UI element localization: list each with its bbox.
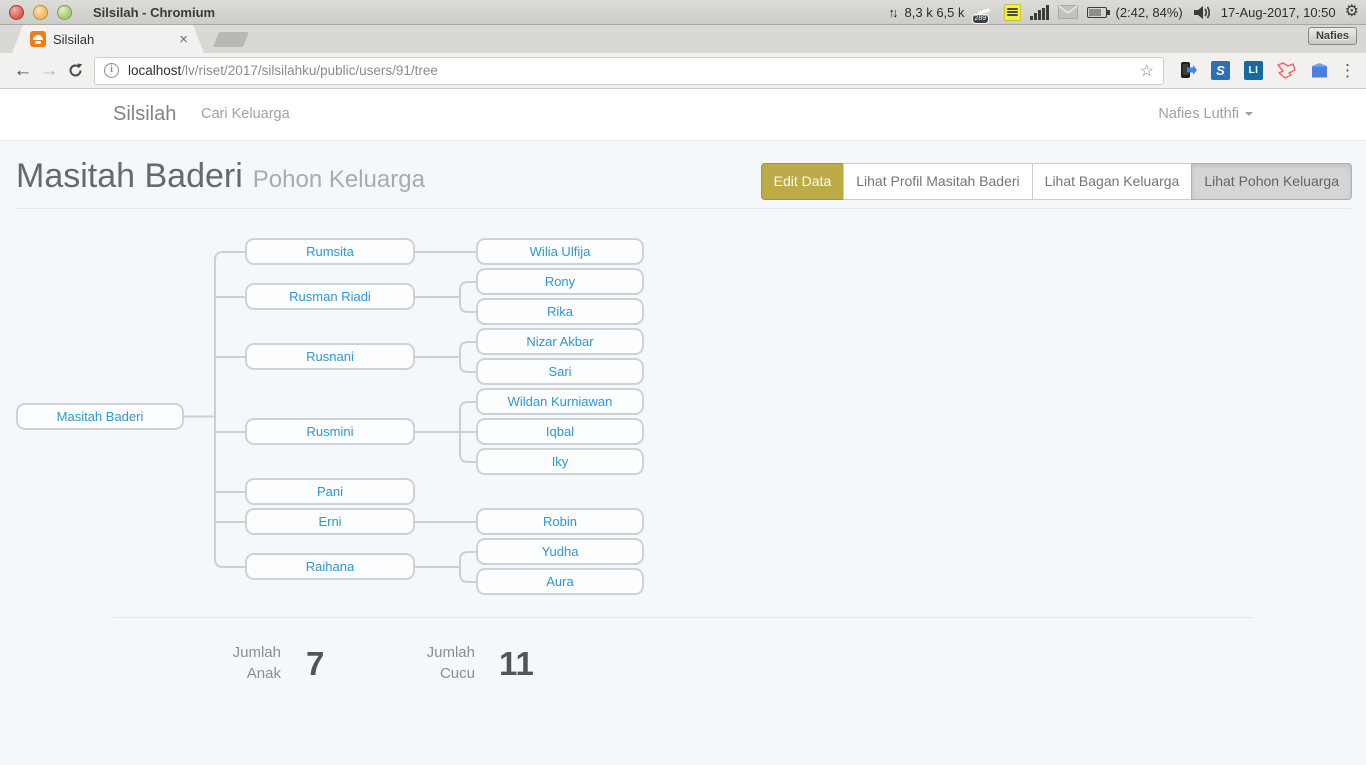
tree-node[interactable]: Raihana bbox=[245, 553, 415, 580]
window-minimize-button[interactable] bbox=[33, 5, 48, 20]
tree-node[interactable]: Rusman Riadi bbox=[245, 283, 415, 310]
url-text: localhost/lv/riset/2017/silsilahku/publi… bbox=[128, 63, 1140, 78]
tree-node[interactable]: Erni bbox=[245, 508, 415, 535]
tree-node[interactable]: Nizar Akbar bbox=[476, 328, 644, 355]
tree-node[interactable]: Iqbal bbox=[476, 418, 644, 445]
user-dropdown[interactable]: Nafies Luthfi bbox=[1158, 89, 1253, 140]
lihat-profil-button[interactable]: Lihat Profil Masitah Baderi bbox=[843, 163, 1032, 200]
clock-label: 17-Aug-2017, 10:50 bbox=[1221, 5, 1336, 20]
lihat-bagan-button[interactable]: Lihat Bagan Keluarga bbox=[1032, 163, 1193, 200]
speedometer-badge: 289 bbox=[972, 14, 990, 24]
window-close-button[interactable] bbox=[9, 5, 24, 20]
lihat-pohon-button[interactable]: Lihat Pohon Keluarga bbox=[1191, 163, 1352, 200]
window-maximize-button[interactable] bbox=[57, 5, 72, 20]
tree-node[interactable]: Masitah Baderi bbox=[16, 403, 184, 430]
xampp-favicon-icon bbox=[30, 31, 46, 47]
network-speed-label: 8,3 k 6,5 k bbox=[905, 5, 965, 20]
li-extension-icon[interactable]: LI bbox=[1244, 61, 1263, 80]
tree-node[interactable]: Rumsita bbox=[245, 238, 415, 265]
list-indicator-icon[interactable] bbox=[1004, 4, 1021, 21]
new-tab-button[interactable] bbox=[213, 32, 249, 47]
tree-node[interactable]: Yudha bbox=[476, 538, 644, 565]
bookmark-star-icon[interactable]: ☆ bbox=[1140, 61, 1154, 81]
laravel-extension-icon[interactable] bbox=[1277, 61, 1296, 80]
tree-node[interactable]: Pani bbox=[245, 478, 415, 505]
back-icon[interactable]: ← bbox=[10, 61, 36, 80]
stat-cucu-value: 11 bbox=[499, 645, 534, 683]
forward-icon: → bbox=[36, 61, 62, 80]
system-tray: ↑↓ 8,3 k 6,5 k 289 (2:42, 84%) 17-Aug-20… bbox=[889, 2, 1359, 23]
gear-icon[interactable]: ⚙ bbox=[1345, 4, 1359, 20]
battery-status-label: (2:42, 84%) bbox=[1116, 5, 1183, 20]
stat-anak-line2: Anak bbox=[151, 663, 281, 684]
mail-icon[interactable] bbox=[1058, 5, 1078, 19]
extension-icons: S LI bbox=[1178, 61, 1329, 80]
tree-node[interactable]: Iky bbox=[476, 448, 644, 475]
stat-anak-value: 7 bbox=[306, 645, 324, 683]
nav-link-cari-keluarga[interactable]: Cari Keluarga bbox=[201, 89, 290, 140]
tab-title: Silsilah bbox=[53, 32, 179, 47]
action-button-group: Edit Data Lihat Profil Masitah Baderi Li… bbox=[761, 163, 1352, 200]
network-arrows-icon[interactable]: ↑↓ bbox=[889, 5, 896, 20]
desktop-overlay-chip: Nafies bbox=[1308, 27, 1357, 45]
tab-silsilah[interactable]: Silsilah × bbox=[12, 25, 204, 53]
tab-strip: Silsilah × bbox=[0, 25, 1366, 53]
page-title: Masitah Baderi Pohon Keluarga bbox=[16, 157, 425, 196]
tree-node[interactable]: Rusmini bbox=[245, 418, 415, 445]
stat-anak-line1: Jumlah bbox=[151, 642, 281, 663]
desktop-top-bar: Silsilah - Chromium ↑↓ 8,3 k 6,5 k 289 (… bbox=[0, 0, 1366, 25]
reload-icon[interactable] bbox=[62, 62, 88, 79]
box-extension-icon[interactable] bbox=[1310, 61, 1329, 80]
chevron-down-icon bbox=[1245, 112, 1253, 116]
site-navbar: Silsilah Cari Keluarga Nafies Luthfi bbox=[0, 89, 1366, 141]
browser-menu-icon[interactable]: ⋮ bbox=[1339, 61, 1356, 81]
navbar-brand[interactable]: Silsilah bbox=[113, 89, 176, 140]
tree-node[interactable]: Rony bbox=[476, 268, 644, 295]
page-title-subtitle: Pohon Keluarga bbox=[253, 166, 425, 193]
window-controls bbox=[9, 5, 72, 20]
stat-cucu-line2: Cucu bbox=[345, 663, 475, 684]
volume-icon[interactable] bbox=[1192, 4, 1212, 21]
edit-data-button[interactable]: Edit Data bbox=[761, 163, 845, 200]
url-path: /lv/riset/2017/silsilahku/public/users/9… bbox=[181, 63, 438, 78]
footer-divider bbox=[113, 617, 1253, 618]
page-title-name: Masitah Baderi bbox=[16, 157, 243, 195]
tab-close-icon[interactable]: × bbox=[179, 32, 188, 47]
stat-cucu-line1: Jumlah bbox=[345, 642, 475, 663]
tree-node[interactable]: Rusnani bbox=[245, 343, 415, 370]
signal-bars-icon[interactable] bbox=[1030, 5, 1049, 20]
header-divider bbox=[15, 208, 1351, 209]
send-to-phone-icon[interactable] bbox=[1178, 61, 1197, 80]
speedometer-indicator-icon[interactable]: 289 bbox=[974, 2, 995, 23]
webpage: Silsilah Cari Keluarga Nafies Luthfi Mas… bbox=[0, 89, 1366, 765]
tree-node[interactable]: Sari bbox=[476, 358, 644, 385]
s-extension-icon[interactable]: S bbox=[1211, 61, 1230, 80]
stat-anak-label: Jumlah Anak bbox=[151, 642, 281, 684]
battery-icon[interactable] bbox=[1087, 7, 1107, 18]
user-dropdown-label: Nafies Luthfi bbox=[1158, 106, 1239, 122]
info-icon[interactable]: i bbox=[104, 63, 119, 78]
tree-node[interactable]: Wildan Kurniawan bbox=[476, 388, 644, 415]
tree-node[interactable]: Rika bbox=[476, 298, 644, 325]
window-title: Silsilah - Chromium bbox=[93, 5, 215, 20]
tree-node[interactable]: Wilia Ulfija bbox=[476, 238, 644, 265]
url-bar[interactable]: i localhost/lv/riset/2017/silsilahku/pub… bbox=[94, 57, 1164, 85]
tree-node[interactable]: Robin bbox=[476, 508, 644, 535]
url-host: localhost bbox=[128, 63, 181, 78]
tree-node[interactable]: Aura bbox=[476, 568, 644, 595]
browser-toolbar: ← → i localhost/lv/riset/2017/silsilahku… bbox=[0, 53, 1366, 89]
stat-cucu-label: Jumlah Cucu bbox=[345, 642, 475, 684]
